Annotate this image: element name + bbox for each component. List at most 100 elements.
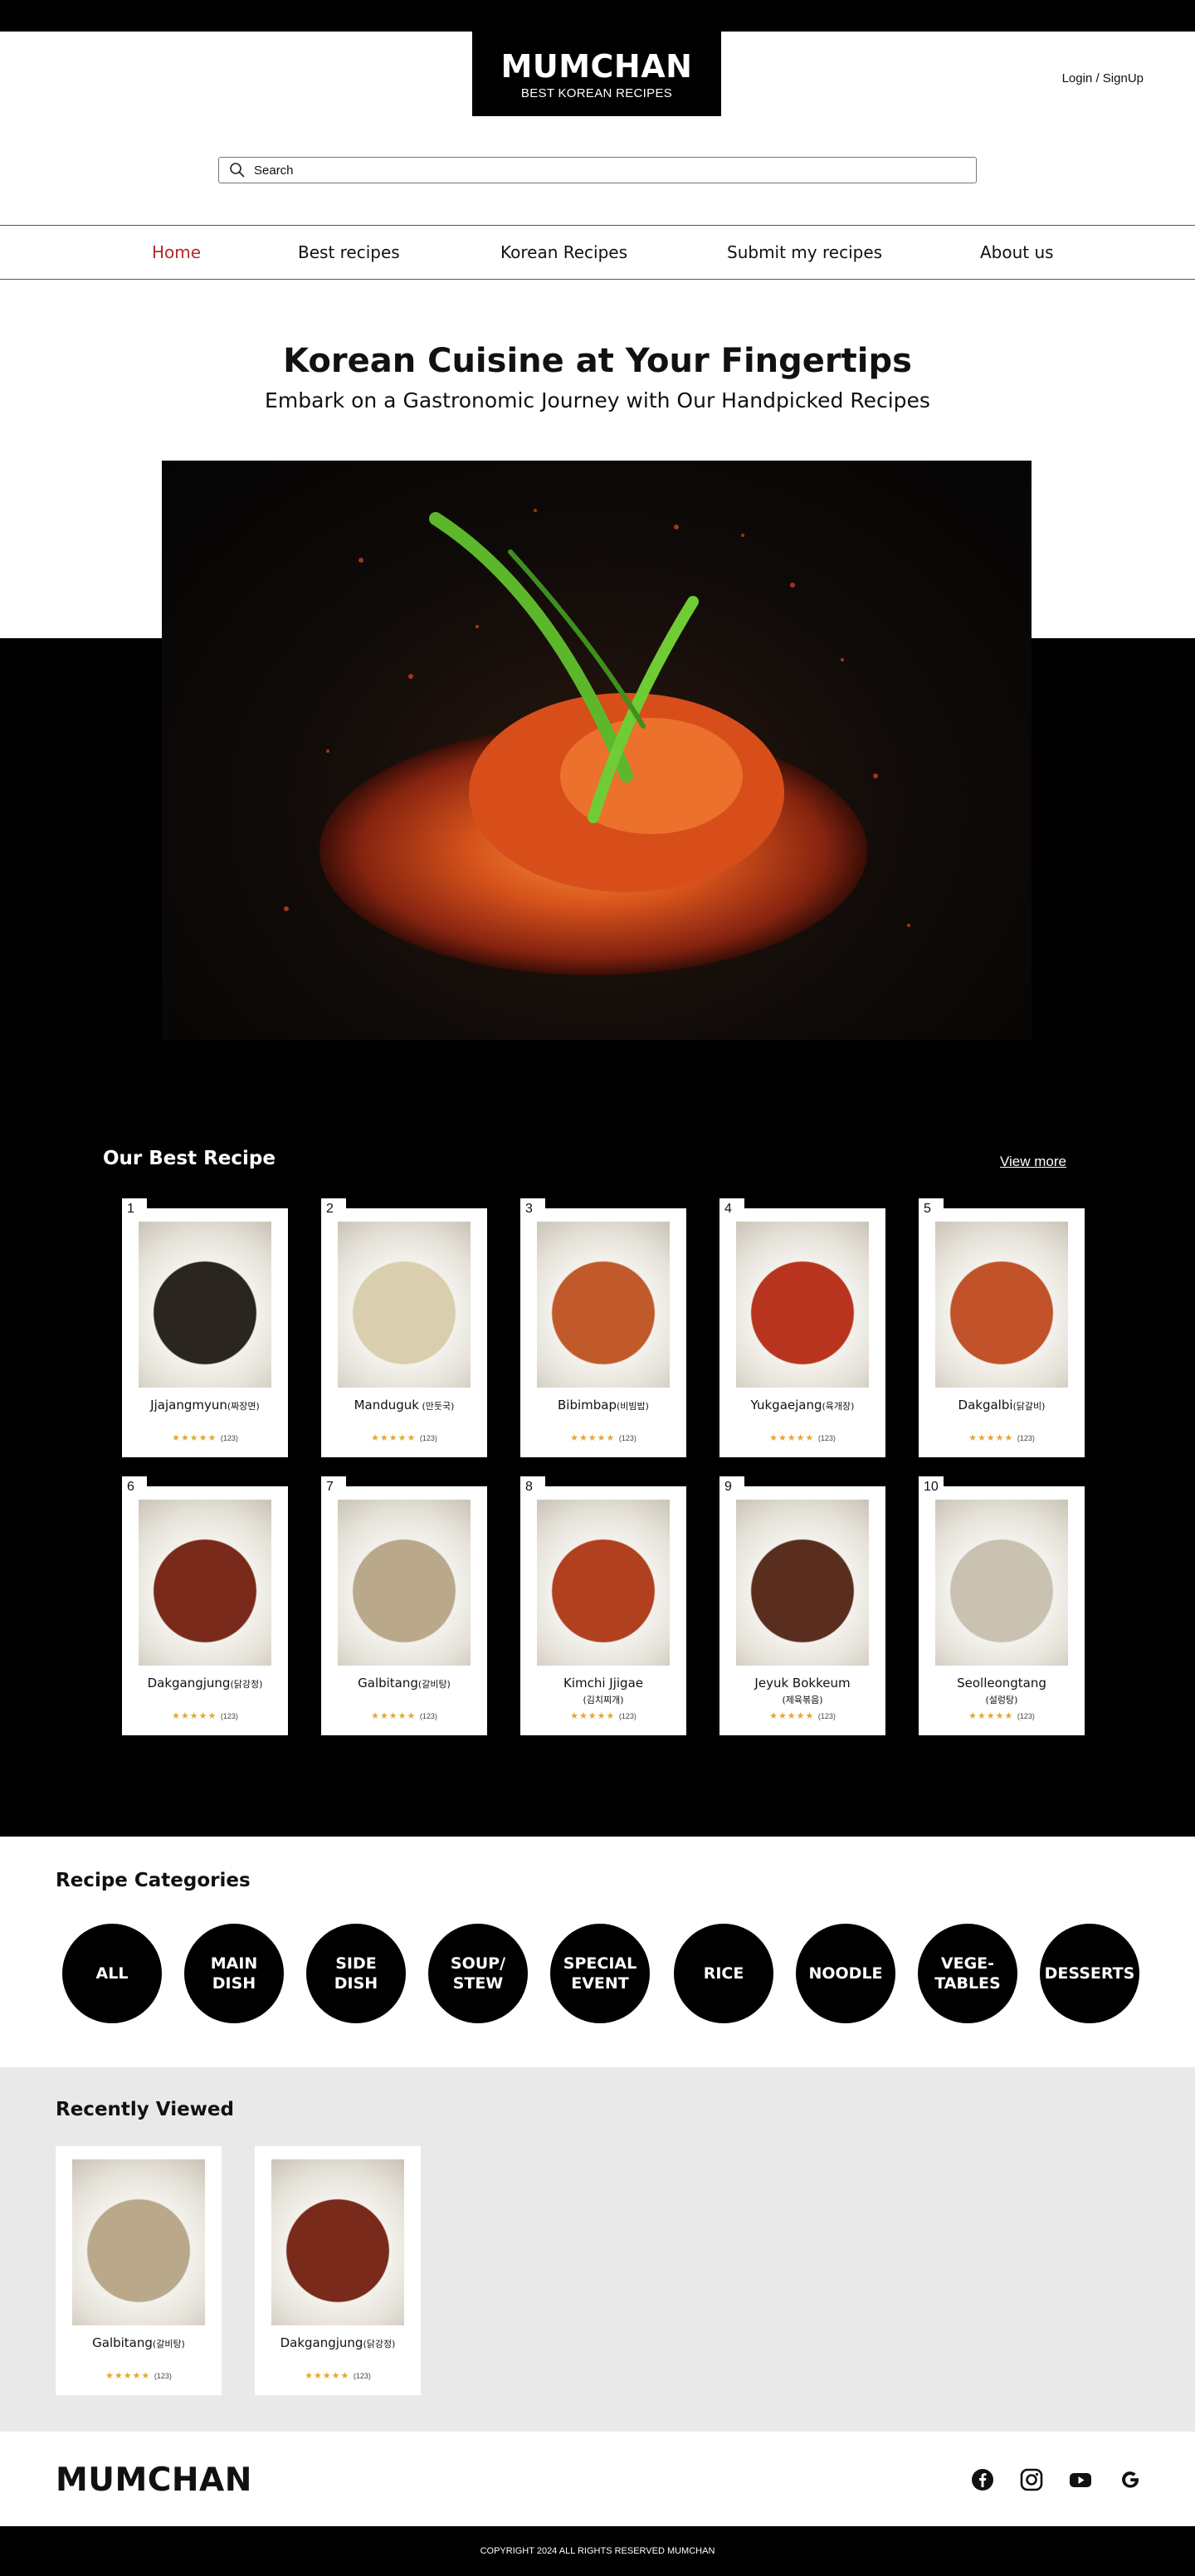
rating-stars: ★★★★★ (123): [520, 1710, 686, 1721]
instagram-icon[interactable]: [1020, 2468, 1043, 2491]
star-icons: ★★★★★: [968, 1710, 1014, 1721]
recipe-name-ko: (닭강정): [363, 2339, 396, 2349]
search-input[interactable]: [254, 163, 968, 178]
rating-stars: ★★★★★ (123): [122, 1432, 288, 1443]
category-noodle[interactable]: NOODLE: [796, 1924, 895, 2023]
recipe-name-en: Kimchi Jjigae: [563, 1676, 643, 1690]
search-bar: [218, 157, 977, 183]
category-soup-stew[interactable]: SOUP/ STEW: [428, 1924, 528, 2023]
rating-count: (123): [220, 1434, 238, 1442]
recipe-name-ko: (비빔밥): [617, 1401, 649, 1412]
star-icons: ★★★★★: [570, 1710, 616, 1721]
recipe-card[interactable]: 1 Jjajangmyun(짜장면) ★★★★★ (123): [122, 1198, 288, 1457]
recipe-card[interactable]: 10 Seolleongtang (설렁탕) ★★★★★ (123): [919, 1476, 1085, 1735]
recipe-card[interactable]: 7 Galbitang(갈비탕) ★★★★★ (123): [321, 1476, 487, 1735]
nav-about-us[interactable]: About us: [980, 242, 1054, 262]
recipe-card[interactable]: 2 Manduguk (만둣국) ★★★★★ (123): [321, 1198, 487, 1457]
category-all[interactable]: ALL: [62, 1924, 162, 2023]
recipe-photo[interactable]: [736, 1500, 869, 1666]
category-vege-tables[interactable]: VEGE- TABLES: [918, 1924, 1017, 2023]
recipe-photo[interactable]: [537, 1500, 670, 1666]
category-main-dish[interactable]: MAIN DISH: [184, 1924, 284, 2023]
nav-home[interactable]: Home: [152, 242, 201, 262]
hero-image: [162, 461, 1032, 1040]
recipe-card[interactable]: 8 Kimchi Jjigae (김치찌개) ★★★★★ (123): [520, 1476, 686, 1735]
recipe-card[interactable]: Galbitang(갈비탕) ★★★★★ (123): [56, 2146, 222, 2395]
recipe-card[interactable]: 5 Dakgalbi(닭갈비) ★★★★★ (123): [919, 1198, 1085, 1457]
recipe-name: Jjajangmyun(짜장면): [122, 1398, 288, 1414]
recipe-name-ko: (닭강정): [230, 1679, 263, 1690]
recipe-photo[interactable]: [139, 1500, 271, 1666]
category-side-dish[interactable]: SIDE DISH: [306, 1924, 406, 2023]
star-icons: ★★★★★: [968, 1432, 1014, 1443]
footer-logo[interactable]: MUMCHAN: [56, 2461, 252, 2499]
nav-best-recipes[interactable]: Best recipes: [298, 242, 400, 262]
star-icons: ★★★★★: [371, 1710, 417, 1721]
rating-count: (123): [220, 1712, 238, 1720]
recipe-photo[interactable]: [537, 1222, 670, 1388]
facebook-icon[interactable]: [971, 2468, 994, 2491]
google-icon[interactable]: [1119, 2468, 1142, 2491]
top-bar: [0, 0, 1195, 32]
recipe-photo[interactable]: [935, 1500, 1068, 1666]
recipe-name: Dakgangjung(닭강정): [122, 1676, 288, 1692]
recipe-photo[interactable]: [935, 1222, 1068, 1388]
recipe-name-ko: (제육볶음): [782, 1695, 823, 1705]
recipe-name-en: Jjajangmyun: [150, 1398, 227, 1412]
recipe-name-en: Seolleongtang: [957, 1676, 1046, 1690]
youtube-icon[interactable]: [1069, 2468, 1092, 2491]
rank-badge: 1: [122, 1198, 147, 1222]
recipe-photo[interactable]: [736, 1222, 869, 1388]
star-icons: ★★★★★: [570, 1432, 616, 1443]
rating-count: (123): [618, 1434, 637, 1442]
recipe-photo[interactable]: [338, 1222, 471, 1388]
rating-stars: ★★★★★ (123): [919, 1432, 1085, 1443]
recipe-name-en: Dakgalbi: [958, 1398, 1013, 1412]
recipe-name: Galbitang(갈비탕): [56, 2335, 222, 2352]
recipe-name: Bibimbap(비빔밥): [520, 1398, 686, 1414]
nav-submit-recipes[interactable]: Submit my recipes: [727, 242, 882, 262]
recipe-card[interactable]: 4 Yukgaejang(육개장) ★★★★★ (123): [719, 1198, 885, 1457]
nav-korean-recipes[interactable]: Korean Recipes: [500, 242, 627, 262]
recipe-name-en: Yukgaejang: [750, 1398, 822, 1412]
rank-badge: 3: [520, 1198, 545, 1222]
recipe-name: Kimchi Jjigae (김치찌개): [520, 1676, 686, 1708]
rank-badge: 7: [321, 1476, 346, 1500]
recipe-card[interactable]: 6 Dakgangjung(닭강정) ★★★★★ (123): [122, 1476, 288, 1735]
rank-badge: 10: [919, 1476, 944, 1500]
rating-stars: ★★★★★ (123): [520, 1432, 686, 1443]
recipe-name-en: Bibimbap: [558, 1398, 617, 1412]
recipe-name-ko: (닭갈비): [1012, 1401, 1046, 1412]
recipe-photo[interactable]: [72, 2159, 205, 2325]
recipe-card[interactable]: Dakgangjung(닭강정) ★★★★★ (123): [255, 2146, 421, 2395]
category-rice[interactable]: RICE: [674, 1924, 773, 2023]
recently-viewed-title: Recently Viewed: [56, 2099, 234, 2120]
rating-stars: ★★★★★ (123): [719, 1710, 885, 1721]
recipe-photo[interactable]: [139, 1222, 271, 1388]
rating-stars: ★★★★★ (123): [56, 2370, 222, 2381]
rating-stars: ★★★★★ (123): [321, 1432, 487, 1443]
recipe-card[interactable]: 3 Bibimbap(비빔밥) ★★★★★ (123): [520, 1198, 686, 1457]
star-icons: ★★★★★: [172, 1432, 217, 1443]
rating-stars: ★★★★★ (123): [919, 1710, 1085, 1721]
rating-count: (123): [419, 1712, 437, 1720]
recipe-name-en: Manduguk: [354, 1398, 419, 1412]
category-special-event[interactable]: SPECIAL EVENT: [550, 1924, 650, 2023]
recipe-photo[interactable]: [271, 2159, 404, 2325]
recipe-name-ko: (설렁탕): [985, 1695, 1018, 1705]
star-icons: ★★★★★: [769, 1710, 815, 1721]
login-signup-link[interactable]: Login / SignUp: [1062, 71, 1144, 85]
recipe-card[interactable]: 9 Jeyuk Bokkeum (제육볶음) ★★★★★ (123): [719, 1476, 885, 1735]
category-desserts[interactable]: DESSERTS: [1040, 1924, 1139, 2023]
rating-count: (123): [618, 1712, 637, 1720]
hero-title: Korean Cuisine at Your Fingertips: [283, 342, 912, 380]
rank-badge: 2: [321, 1198, 346, 1222]
hero-subtitle: Embark on a Gastronomic Journey with Our…: [265, 388, 930, 412]
site-logo[interactable]: MUMCHAN BEST KOREAN RECIPES: [472, 32, 721, 116]
recipe-name-en: Galbitang: [92, 2335, 153, 2350]
star-icons: ★★★★★: [105, 2370, 151, 2381]
recipe-photo[interactable]: [338, 1500, 471, 1666]
view-more-link[interactable]: View more: [1000, 1154, 1066, 1170]
categories-title: Recipe Categories: [56, 1870, 251, 1891]
rating-count: (123): [817, 1434, 836, 1442]
